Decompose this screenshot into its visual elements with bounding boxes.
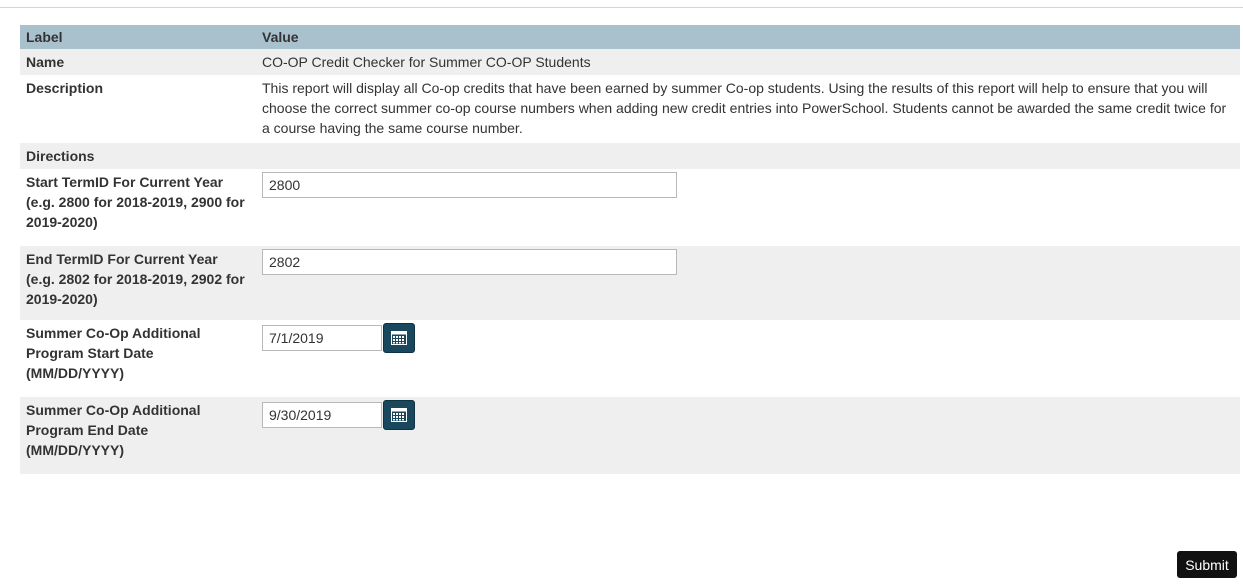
end-term-label: End TermID For Current Year (e.g. 2802 f… — [20, 246, 256, 320]
start-term-input[interactable] — [262, 172, 677, 198]
label-column-header: Label — [20, 25, 256, 49]
table-row-start-date: Summer Co-Op Additional Program Start Da… — [20, 320, 1240, 397]
start-date-calendar-button[interactable] — [383, 323, 415, 353]
top-divider — [0, 7, 1243, 8]
end-date-label: Summer Co-Op Additional Program End Date… — [20, 397, 256, 474]
start-term-label: Start TermID For Current Year (e.g. 2800… — [20, 169, 256, 246]
calendar-icon — [391, 408, 407, 422]
table-row-directions: Directions — [20, 143, 1240, 169]
report-parameters-table: Label Value Name CO-OP Credit Checker fo… — [20, 25, 1240, 474]
table-row-start-term: Start TermID For Current Year (e.g. 2800… — [20, 169, 1240, 246]
submit-button[interactable]: Submit — [1177, 551, 1237, 578]
calendar-icon — [391, 331, 407, 345]
directions-value — [256, 143, 1240, 169]
start-date-label: Summer Co-Op Additional Program Start Da… — [20, 320, 256, 397]
start-date-input[interactable] — [262, 325, 382, 351]
report-description: This report will display all Co-op credi… — [256, 75, 1240, 143]
report-name: CO-OP Credit Checker for Summer CO-OP St… — [256, 49, 1240, 75]
value-column-header: Value — [256, 25, 1240, 49]
end-date-input[interactable] — [262, 402, 382, 428]
table-row-name: Name CO-OP Credit Checker for Summer CO-… — [20, 49, 1240, 75]
end-term-input[interactable] — [262, 249, 677, 275]
name-label: Name — [20, 49, 256, 75]
directions-label: Directions — [20, 143, 256, 169]
table-row-end-date: Summer Co-Op Additional Program End Date… — [20, 397, 1240, 474]
table-row-description: Description This report will display all… — [20, 75, 1240, 143]
table-row-end-term: End TermID For Current Year (e.g. 2802 f… — [20, 246, 1240, 320]
description-label: Description — [20, 75, 256, 143]
table-header-row: Label Value — [20, 25, 1240, 49]
end-date-calendar-button[interactable] — [383, 400, 415, 430]
